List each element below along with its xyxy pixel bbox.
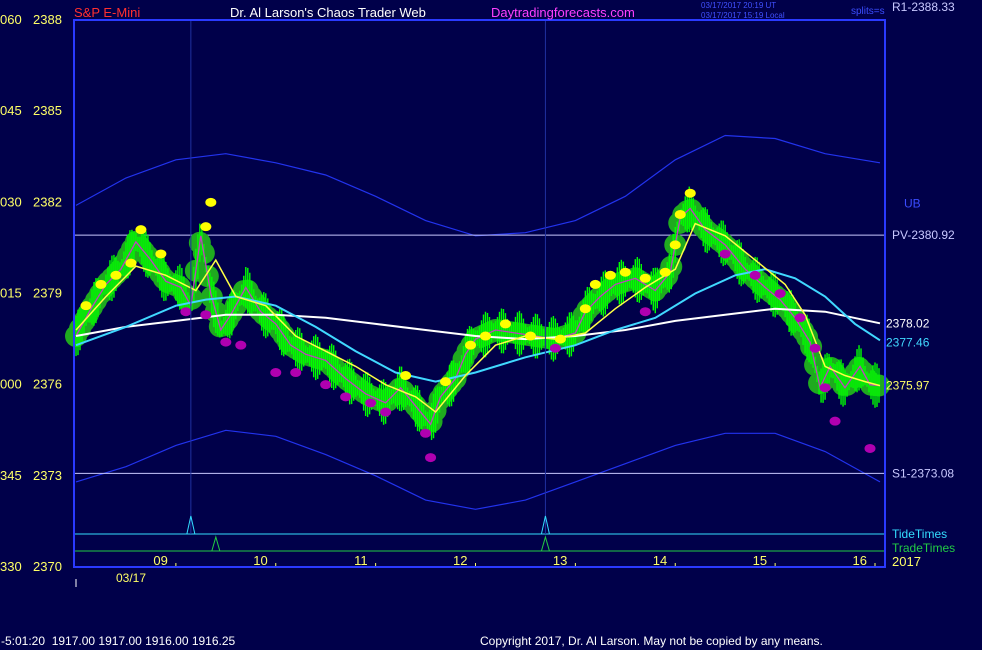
x-tick-label: 13 xyxy=(553,553,567,568)
low-dot xyxy=(639,307,651,317)
low-dot xyxy=(320,380,332,390)
high-dot xyxy=(110,270,122,280)
year-label: 2017 xyxy=(892,554,921,569)
y-tick-left: 045 xyxy=(0,103,22,118)
high-dot xyxy=(205,197,217,207)
x-tick-label: 10 xyxy=(253,553,267,568)
high-dot xyxy=(639,273,651,283)
y-tick-price: 2382 xyxy=(33,194,62,209)
price-value: 2375.97 xyxy=(886,379,930,393)
high-dot xyxy=(135,225,147,235)
low-dot xyxy=(270,368,282,378)
high-dot xyxy=(589,279,601,289)
y-tick-price: 2370 xyxy=(33,559,62,574)
time-local: 03/17/2017 15:19 Local xyxy=(701,11,785,20)
level-label-pv: PV-2380.92 xyxy=(892,228,955,242)
trade-spike xyxy=(211,535,221,552)
price-bars xyxy=(75,186,881,441)
study-label: splits=s xyxy=(851,6,885,17)
low-dot xyxy=(290,368,302,378)
status-line: -5:01:20 1917.00 1917.00 1916.00 1916.25 xyxy=(1,634,236,648)
y-tick-left: 000 xyxy=(0,377,22,392)
y-tick-left: 060 xyxy=(0,12,22,27)
y-tick-price: 2379 xyxy=(33,286,62,301)
low-dot xyxy=(380,407,392,417)
low-dot xyxy=(235,340,247,350)
high-dot xyxy=(669,240,681,250)
date-label: 03/17 xyxy=(116,571,146,585)
low-dot xyxy=(794,313,806,323)
y-tick-left: 030 xyxy=(0,194,22,209)
low-dot xyxy=(819,383,831,393)
level-label-s1: S1-2373.08 xyxy=(892,466,954,480)
low-dot xyxy=(340,392,352,402)
timing-lines: TideTimesTradeTimes xyxy=(74,20,955,555)
low-dot xyxy=(864,443,876,453)
copyright: Copyright 2017, Dr. Al Larson. May not b… xyxy=(480,634,823,648)
x-tick-label: 09 xyxy=(153,553,167,568)
x-tick-label: 15 xyxy=(753,553,767,568)
high-dot xyxy=(80,301,92,311)
high-dot xyxy=(579,304,591,314)
high-dot xyxy=(684,188,696,198)
y-tick-left: 330 xyxy=(0,559,22,574)
y-tick-price: 2376 xyxy=(33,377,62,392)
chart: UB R1-2388.33 PV-2380.92 S1-2373.08 2378.0… xyxy=(0,0,955,587)
high-dot xyxy=(200,222,212,232)
upper-band-line xyxy=(75,134,881,237)
mid-average-value: 2377.46 xyxy=(886,335,930,349)
low-dot xyxy=(420,428,432,438)
high-dot xyxy=(95,279,107,289)
trade-spike xyxy=(540,535,550,552)
high-dot xyxy=(465,340,477,350)
high-dot xyxy=(674,209,686,219)
low-dot xyxy=(425,453,437,463)
low-dot xyxy=(220,337,232,347)
high-dot xyxy=(155,249,167,259)
price-glow xyxy=(65,198,891,433)
y-tick-left: 345 xyxy=(0,468,22,483)
y-tick-price: 2388 xyxy=(33,12,62,27)
low-dot xyxy=(180,307,192,317)
low-dot xyxy=(774,289,786,298)
trade-times-label: TradeTimes xyxy=(892,541,955,555)
high-dot xyxy=(400,371,412,381)
x-tick-label: 11 xyxy=(354,553,368,568)
level-label-r1: R1-2388.33 xyxy=(892,0,955,14)
x-tick-label: 14 xyxy=(653,553,667,568)
low-dot xyxy=(365,398,377,408)
high-dot xyxy=(499,319,511,329)
low-dot xyxy=(200,310,212,320)
symbol-label: S&P E-Mini xyxy=(74,5,141,20)
high-dot xyxy=(604,270,616,280)
high-dot xyxy=(524,331,536,341)
low-dot xyxy=(719,249,731,259)
chart-title: Dr. Al Larson's Chaos Trader Web xyxy=(230,5,426,20)
high-dot xyxy=(440,377,452,387)
low-dot xyxy=(549,343,561,353)
band-label: UB xyxy=(904,196,921,210)
high-dot xyxy=(554,334,566,344)
slow-average-value: 2378.02 xyxy=(886,316,930,330)
high-dot xyxy=(619,267,631,277)
low-dot xyxy=(829,416,841,426)
high-dot xyxy=(479,331,491,341)
site-link[interactable]: Daytradingforecasts.com xyxy=(491,5,635,20)
x-tick-label: 16 xyxy=(853,553,867,568)
y-tick-left: 015 xyxy=(0,286,22,301)
low-dot xyxy=(749,270,761,280)
high-dot xyxy=(125,258,137,268)
lower-band-line xyxy=(75,429,881,510)
y-tick-price: 2385 xyxy=(33,103,62,118)
x-tick-label: 12 xyxy=(453,553,467,568)
high-dot xyxy=(659,267,671,277)
low-dot xyxy=(809,343,821,353)
time-utc: 03/17/2017 20:19 UT xyxy=(701,1,777,10)
tide-times-label: TideTimes xyxy=(892,527,947,541)
y-tick-price: 2373 xyxy=(33,468,62,483)
